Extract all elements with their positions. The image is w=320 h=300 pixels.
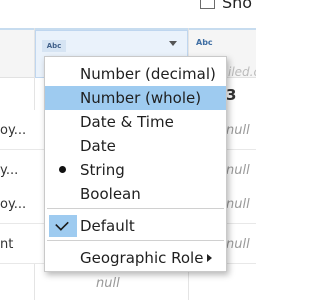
submenu-arrow-icon (207, 254, 212, 262)
table-cell: nt (0, 237, 14, 252)
menu-item-label: Boolean (80, 185, 141, 203)
show-label: Sho (222, 0, 253, 12)
show-checkbox[interactable] (200, 0, 215, 9)
right-column-number: 3 (226, 86, 237, 104)
menu-item-default[interactable]: Default (45, 214, 226, 238)
null-cell: null (226, 237, 250, 252)
menu-divider (47, 208, 224, 209)
right-column-type-icon[interactable]: Abc (196, 38, 213, 47)
right-column-subtitle: iled.c (228, 65, 256, 79)
menu-item-date-time[interactable]: Date & Time (45, 110, 226, 134)
menu-item-geographic-role[interactable]: Geographic Role (45, 246, 226, 270)
menu-item-date[interactable]: Date (45, 134, 226, 158)
null-cell: null (96, 276, 120, 291)
null-cell: null (226, 197, 250, 212)
toolbar: Sho (0, 0, 256, 14)
menu-item-string[interactable]: String (45, 158, 226, 182)
menu-item-label: Date (80, 137, 116, 155)
menu-item-number-whole[interactable]: Number (whole) (45, 86, 226, 110)
menu-item-label: Number (whole) (80, 89, 202, 107)
menu-divider (47, 240, 224, 241)
menu-item-number-decimal[interactable]: Number (decimal) (45, 62, 226, 86)
column-dropdown-arrow-icon[interactable] (169, 41, 177, 46)
string-type-icon[interactable]: Abc (42, 40, 66, 52)
data-source-grid-view: Sho Abc Abc iled.c 3 oy... null y... nul… (0, 0, 256, 300)
null-cell: null (226, 123, 250, 138)
data-type-menu: Number (decimal) Number (whole) Date & T… (44, 56, 227, 272)
table-cell: oy... (0, 197, 27, 212)
table-cell: y... (0, 163, 19, 178)
selected-radio-dot-icon (59, 166, 66, 173)
null-cell: null (226, 163, 250, 178)
menu-item-label: Geographic Role (80, 249, 204, 267)
menu-item-label: String (80, 161, 125, 179)
menu-item-boolean[interactable]: Boolean (45, 182, 226, 206)
menu-item-label: Date & Time (80, 113, 174, 131)
table-cell: oy... (0, 123, 27, 138)
menu-item-label: Number (decimal) (80, 65, 216, 83)
menu-item-label: Default (80, 217, 135, 235)
